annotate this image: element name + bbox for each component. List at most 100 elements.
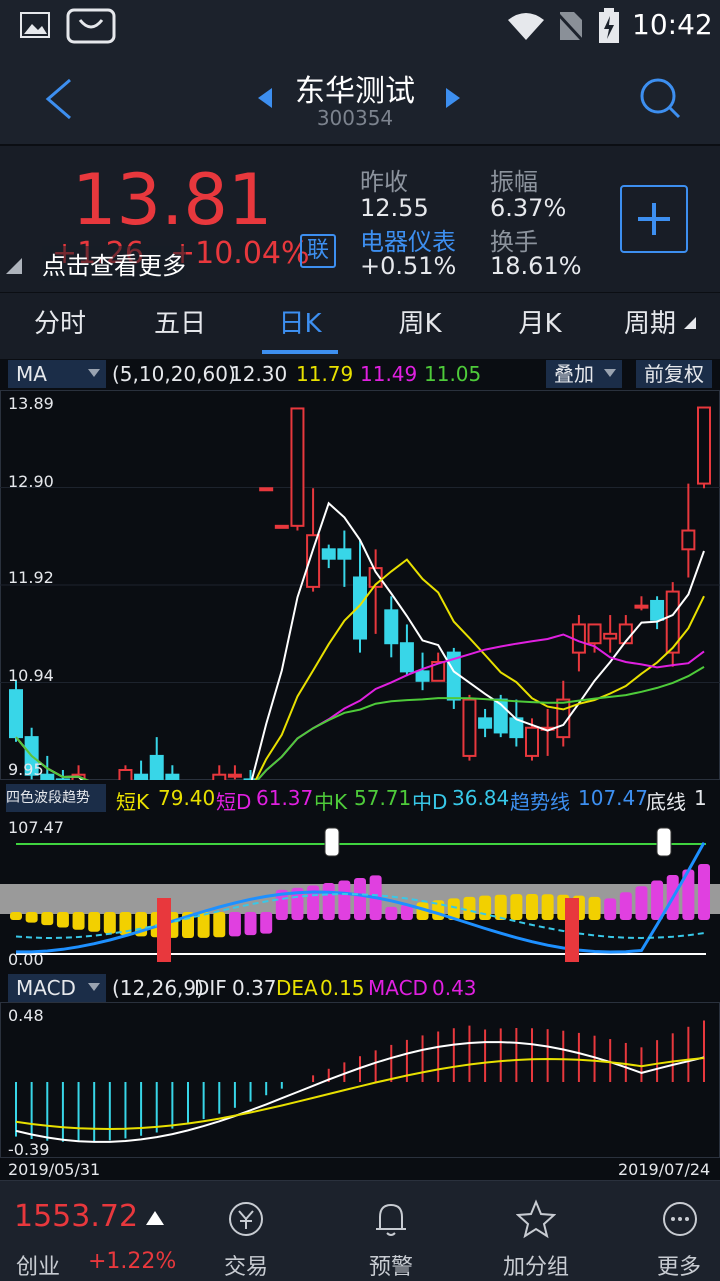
short-k-label: 短K	[116, 790, 150, 814]
macd-indicator-label: MACD	[16, 976, 76, 1000]
gallery-icon	[20, 12, 50, 38]
tab-daily-k[interactable]: 日K	[240, 293, 360, 355]
candle-body	[274, 524, 289, 529]
y-label-3: 11.92	[8, 568, 54, 587]
wave-bar	[588, 896, 601, 920]
signal-bar	[157, 898, 171, 962]
period-tabs: 分时 五日 日K 周K 月K 周期	[0, 292, 720, 360]
wave-bar	[651, 880, 664, 920]
bag-icon	[66, 8, 116, 44]
wave-bar	[526, 894, 538, 920]
y-label-2: 12.90	[8, 472, 54, 491]
signal-bar	[565, 898, 579, 962]
candle-body	[478, 717, 493, 729]
back-icon[interactable]	[44, 78, 74, 120]
candle-body	[587, 623, 602, 645]
macd-label: MACD	[368, 976, 428, 1000]
candle-body	[212, 773, 227, 780]
wave-bar	[463, 896, 476, 920]
ma10-value: 11.79	[296, 362, 354, 386]
wave-bar	[25, 912, 38, 923]
wave-bar	[88, 912, 101, 932]
y-label-max: 13.89	[8, 394, 54, 413]
period-dropdown-icon	[684, 317, 696, 329]
wave-bar	[698, 864, 710, 920]
next-stock-icon[interactable]	[444, 88, 460, 108]
current-price: 13.81	[72, 159, 273, 241]
wave-bar	[338, 880, 351, 920]
alert-label[interactable]: 预警	[336, 1249, 446, 1281]
dif-value: 0.37	[232, 976, 277, 1000]
candle-body	[259, 487, 274, 492]
mid-d-value: 36.84	[452, 786, 510, 810]
candle-body	[697, 406, 711, 485]
prev-stock-icon[interactable]	[258, 88, 274, 108]
wave-bar	[494, 894, 507, 920]
ma20-line	[15, 633, 705, 780]
trade-label[interactable]: 交易	[191, 1249, 301, 1281]
short-k-value: 79.40	[158, 786, 216, 810]
tab-intraday[interactable]: 分时	[0, 293, 120, 355]
trade-icon[interactable]	[226, 1199, 266, 1239]
index-name: 创业	[16, 1255, 61, 1280]
ma-params: (5,10,20,60)	[112, 362, 236, 386]
add-group-label[interactable]: 加分组	[481, 1249, 591, 1281]
macd-y-max: 0.48	[8, 1006, 44, 1025]
more-label[interactable]: 更多	[624, 1249, 720, 1281]
corner-arrow-icon	[6, 258, 22, 274]
wave-bar	[385, 906, 398, 920]
macd-value: 0.43	[432, 976, 477, 1000]
overlay-button[interactable]: 叠加	[546, 360, 622, 388]
date-end: 2019/07/24	[618, 1160, 711, 1179]
trend-line-label: 趋势线	[510, 790, 570, 814]
more-hint[interactable]: 点击查看更多	[42, 246, 186, 281]
star-icon[interactable]	[516, 1199, 556, 1239]
wave-indicator-select[interactable]: 四色波段趋势	[6, 784, 106, 812]
turnover-value: 18.61%	[490, 252, 582, 280]
candle-body	[525, 726, 539, 757]
wave-bar	[103, 912, 116, 934]
wave-trend-chart[interactable]	[0, 812, 720, 972]
index-change: +1.22%	[88, 1249, 177, 1274]
search-icon[interactable]	[638, 76, 682, 120]
wave-bar	[635, 886, 648, 920]
wave-bar	[260, 912, 273, 934]
candlestick-chart[interactable]	[0, 390, 720, 780]
bell-icon[interactable]	[372, 1199, 410, 1239]
wave-bar	[10, 912, 22, 920]
ma-indicator-select[interactable]: MA	[8, 360, 106, 388]
dif-label: DIF	[194, 976, 227, 1000]
mid-k-label: 中K	[314, 790, 348, 814]
tab-five-day[interactable]: 五日	[120, 293, 240, 355]
add-watchlist-button[interactable]	[620, 185, 688, 253]
macd-y-min: -0.39	[8, 1140, 50, 1159]
wave-bar	[354, 877, 366, 920]
wave-bar	[56, 912, 69, 928]
more-icon[interactable]	[660, 1199, 700, 1239]
candle-body	[243, 778, 258, 780]
bottom-line-value: 1	[694, 786, 707, 810]
link-badge[interactable]: 联	[300, 234, 336, 268]
dea-value: 0.15	[320, 976, 365, 1000]
index-value[interactable]: 1553.72	[14, 1199, 138, 1234]
wave-bar	[228, 912, 241, 937]
bottom-line-label: 底线	[646, 790, 686, 814]
macd-indicator-select[interactable]: MACD	[8, 974, 106, 1002]
no-sim-icon	[556, 12, 584, 42]
quote-panel[interactable]: 13.81 +1.26 +10.04% 联 点击查看更多 昨收 12.55 电器…	[0, 144, 720, 294]
adjust-button[interactable]: 前复权	[636, 360, 712, 388]
sector-change: +0.51%	[360, 252, 457, 280]
clock: 10:42	[632, 8, 713, 41]
candle-body	[165, 773, 180, 780]
tab-monthly-k[interactable]: 月K	[480, 293, 600, 355]
macd-chart[interactable]	[0, 1002, 720, 1158]
short-d-label: 短D	[216, 790, 252, 814]
trend-line-value: 107.47	[578, 786, 648, 810]
bottom-bar: 1553.72 创业 +1.22% 交易 预警 加分组 更多	[0, 1180, 720, 1281]
candle-body	[321, 548, 336, 560]
tab-weekly-k[interactable]: 周K	[360, 293, 480, 355]
mid-d-label: 中D	[412, 790, 448, 814]
candle-body	[9, 689, 23, 739]
candle-body	[55, 778, 70, 780]
wave-bar	[322, 883, 335, 920]
